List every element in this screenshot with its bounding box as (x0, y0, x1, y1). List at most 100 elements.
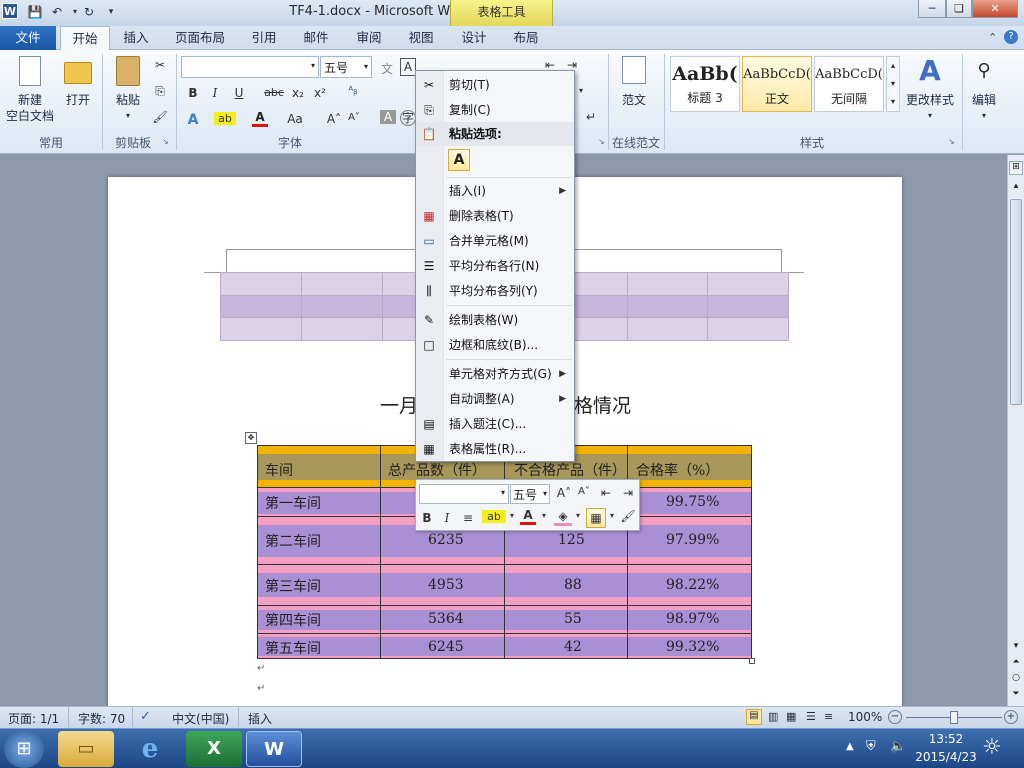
styles-gallery-scroll[interactable]: ▴ ▾ ▾ (886, 56, 900, 112)
superscript-icon[interactable]: x² (312, 86, 328, 100)
paste-dropdown-icon[interactable]: ▾ (108, 108, 148, 124)
font-color-icon[interactable]: A (252, 110, 268, 127)
char-border-icon[interactable]: A (400, 58, 416, 76)
mini-borders-dropdown-icon[interactable]: ▾ (608, 511, 616, 520)
font-name-box[interactable]: ▾ (181, 56, 319, 78)
zoom-in-icon[interactable]: + (1004, 710, 1018, 724)
next-page-icon[interactable]: ⏷ (1009, 689, 1023, 703)
clear-format-icon[interactable]: ᴬᵦ (344, 84, 362, 97)
zoom-slider-thumb[interactable] (950, 711, 958, 724)
mini-font-color-dropdown-icon[interactable]: ▾ (540, 511, 548, 520)
paragraph-mark-icon[interactable]: ↵ (584, 110, 598, 124)
outline-view-icon[interactable]: ☰ (806, 710, 816, 723)
style-heading3[interactable]: AaBb( 标题 3 (670, 56, 740, 112)
font-name-dropdown-icon[interactable]: ▾ (311, 61, 315, 70)
change-case-icon[interactable]: Aa (284, 112, 306, 126)
mini-italic-icon[interactable]: I (440, 511, 454, 525)
strikethrough-icon[interactable]: abc (263, 86, 285, 99)
word-taskbar-icon[interactable]: W (246, 731, 302, 767)
mini-font-name-box[interactable]: ▾ (419, 484, 509, 504)
mini-shrink-font-icon[interactable]: A˅ (576, 486, 592, 497)
menu-item-insert[interactable]: 插入(I) ▶ (416, 179, 574, 203)
char-shading-icon[interactable]: A (380, 110, 396, 124)
status-insert-mode[interactable]: 插入 (248, 710, 272, 727)
mini-shading-dropdown-icon[interactable]: ▾ (574, 511, 582, 520)
close-button[interactable]: ✕ (972, 0, 1018, 18)
phonetic-guide-icon[interactable]: 文 (378, 60, 396, 77)
menu-item-merge-cells[interactable]: ▭ 合并单元格(M) (416, 229, 574, 253)
italic-icon[interactable]: I (208, 86, 222, 100)
start-button-icon[interactable]: ⊞ (4, 730, 44, 768)
menu-item-distribute-cols[interactable]: ⫼ 平均分布各列(Y) (416, 279, 574, 303)
clipboard-launcher-icon[interactable]: ↘ (162, 137, 169, 146)
tab-design[interactable]: 设计 (452, 26, 496, 50)
zoom-out-icon[interactable]: − (888, 710, 902, 724)
draft-view-icon[interactable]: ≡ (824, 710, 833, 723)
menu-item-distribute-rows[interactable]: ☰ 平均分布各行(N) (416, 254, 574, 278)
scroll-thumb[interactable] (1010, 199, 1022, 405)
weather-tray-icon[interactable]: ☼ (982, 735, 1002, 760)
mini-grow-font-icon[interactable]: A˄ (556, 486, 572, 500)
format-painter-icon[interactable]: 🖌 (152, 110, 168, 124)
tab-page-layout[interactable]: 页面布局 (168, 26, 232, 50)
clock-date[interactable]: 2015/4/23 (910, 750, 982, 764)
change-styles-dropdown-icon[interactable]: ▾ (904, 108, 956, 124)
proofing-icon[interactable]: ✓ (140, 709, 151, 724)
paste-keep-text-only-icon[interactable]: A (448, 149, 470, 171)
maximize-button[interactable]: ❏ (946, 0, 972, 18)
font-size-dropdown-icon[interactable]: ▾ (364, 62, 368, 71)
table-resize-handle[interactable] (749, 658, 755, 664)
paragraph-launcher-icon[interactable]: ↘ (598, 137, 605, 146)
tray-expand-icon[interactable]: ▲ (846, 741, 854, 752)
status-words[interactable]: 字数: 70 (78, 710, 125, 727)
mini-highlight-icon[interactable]: ab (482, 510, 506, 523)
style-normal[interactable]: AaBbCcD( 正文 (742, 56, 812, 112)
security-tray-icon[interactable]: ⛨ (866, 739, 876, 754)
previous-page-icon[interactable]: ⏶ (1009, 657, 1023, 671)
mini-font-size-box[interactable]: 五号 ▾ (510, 484, 550, 504)
menu-item-delete-table[interactable]: ▦ 删除表格(T) (416, 204, 574, 228)
status-page[interactable]: 页面: 1/1 (8, 710, 59, 727)
minimize-button[interactable]: ─ (918, 0, 946, 18)
print-layout-view-icon[interactable]: ▤ (746, 709, 762, 725)
menu-item-insert-caption[interactable]: ▤ 插入题注(C)... (416, 412, 574, 436)
menu-item-draw-table[interactable]: ✎ 绘制表格(W) (416, 308, 574, 332)
browse-object-icon[interactable]: ○ (1009, 673, 1023, 687)
table-move-handle-icon[interactable]: ✥ (245, 432, 257, 444)
grow-font-icon[interactable]: A˄ (326, 112, 342, 126)
font-size-box[interactable]: 五号 ▾ (320, 56, 372, 78)
menu-item-autofit[interactable]: 自动调整(A) ▶ (416, 387, 574, 411)
mini-shading-icon[interactable]: ◈ (554, 509, 572, 526)
vertical-scrollbar[interactable]: ⊞ ▴ ▾ ⏶ ○ ⏷ (1007, 155, 1024, 706)
subscript-icon[interactable]: x₂ (290, 86, 306, 100)
status-language[interactable]: 中文(中国) (172, 710, 229, 727)
data-table[interactable]: 车间 总产品数（件） 不合格产品（件） 合格率（%） 第一车间 99.75% 第… (257, 445, 752, 659)
menu-item-copy[interactable]: ⎘ 复制(C) (416, 98, 574, 122)
mini-font-name-dropdown-icon[interactable]: ▾ (501, 488, 505, 497)
help-icon[interactable]: ? (1004, 30, 1018, 44)
highlight-icon[interactable]: ab (214, 112, 236, 125)
excel-taskbar-icon[interactable]: X (186, 731, 242, 767)
mini-center-icon[interactable]: ≡ (460, 511, 476, 525)
tab-view[interactable]: 视图 (399, 26, 443, 50)
styles-launcher-icon[interactable]: ↘ (948, 137, 955, 146)
change-styles-button[interactable]: A 更改样式 ▾ (904, 56, 956, 124)
open-button[interactable]: 打开 (58, 56, 98, 108)
menu-item-table-properties[interactable]: ▦ 表格属性(R)... (416, 437, 574, 461)
volume-tray-icon[interactable]: 🔈 (890, 739, 906, 754)
menu-item-borders-shading[interactable]: □ 边框和底纹(B)... (416, 333, 574, 357)
mini-increase-indent-icon[interactable]: ⇥ (620, 486, 636, 500)
menu-item-cut[interactable]: ✂ 剪切(T) (416, 73, 574, 97)
mini-decrease-indent-icon[interactable]: ⇤ (598, 486, 614, 500)
tab-review[interactable]: 审阅 (347, 26, 391, 50)
web-layout-view-icon[interactable]: ▦ (786, 710, 796, 723)
style-no-spacing[interactable]: AaBbCcD( 无间隔 (814, 56, 884, 112)
mini-bold-icon[interactable]: B (420, 511, 434, 525)
tab-mailings[interactable]: 邮件 (294, 26, 338, 50)
menu-item-cell-alignment[interactable]: 单元格对齐方式(G) ▶ (416, 362, 574, 386)
clock-time[interactable]: 13:52 (914, 732, 978, 746)
mini-borders-icon[interactable]: ▦ (586, 508, 606, 528)
scroll-up-icon[interactable]: ▴ (1009, 181, 1023, 195)
tab-file[interactable]: 文件 (0, 26, 56, 50)
tab-references[interactable]: 引用 (242, 26, 286, 50)
